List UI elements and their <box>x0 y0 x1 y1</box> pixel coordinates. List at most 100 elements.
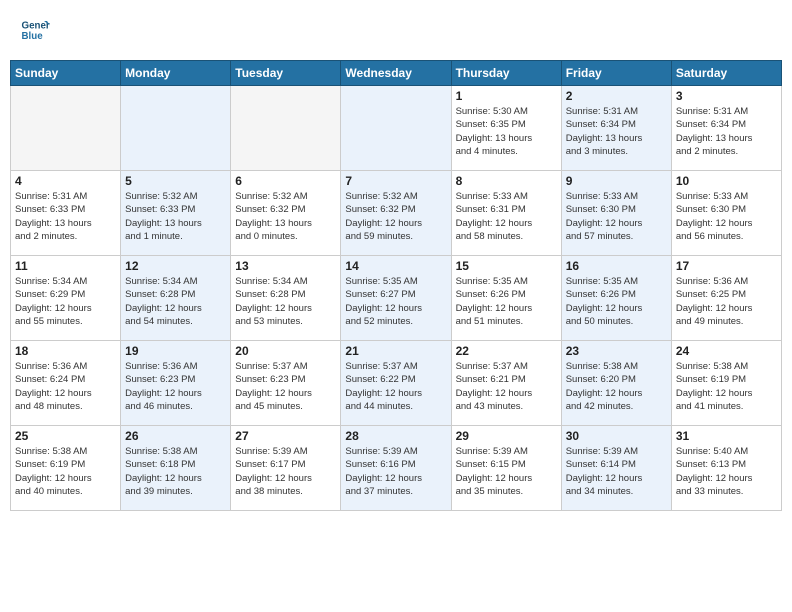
day-info: Sunrise: 5:39 AM Sunset: 6:15 PM Dayligh… <box>456 445 557 498</box>
day-number: 5 <box>125 174 226 188</box>
week-row-4: 18 Sunrise: 5:36 AM Sunset: 6:24 PM Dayli… <box>11 341 782 426</box>
calendar-cell: 6 Sunrise: 5:32 AM Sunset: 6:32 PM Daylig… <box>231 171 341 256</box>
day-info: Sunrise: 5:39 AM Sunset: 6:14 PM Dayligh… <box>566 445 667 498</box>
day-number: 2 <box>566 89 667 103</box>
calendar-cell: 9 Sunrise: 5:33 AM Sunset: 6:30 PM Daylig… <box>561 171 671 256</box>
day-info: Sunrise: 5:37 AM Sunset: 6:21 PM Dayligh… <box>456 360 557 413</box>
week-row-1: 1 Sunrise: 5:30 AM Sunset: 6:35 PM Daylig… <box>11 86 782 171</box>
header-thursday: Thursday <box>451 61 561 86</box>
header-tuesday: Tuesday <box>231 61 341 86</box>
calendar-cell: 2 Sunrise: 5:31 AM Sunset: 6:34 PM Daylig… <box>561 86 671 171</box>
day-info: Sunrise: 5:34 AM Sunset: 6:29 PM Dayligh… <box>15 275 116 328</box>
day-number: 4 <box>15 174 116 188</box>
calendar-cell <box>11 86 121 171</box>
day-info: Sunrise: 5:38 AM Sunset: 6:20 PM Dayligh… <box>566 360 667 413</box>
calendar-cell: 19 Sunrise: 5:36 AM Sunset: 6:23 PM Dayli… <box>121 341 231 426</box>
day-number: 17 <box>676 259 777 273</box>
calendar-cell: 14 Sunrise: 5:35 AM Sunset: 6:27 PM Dayli… <box>341 256 451 341</box>
day-number: 18 <box>15 344 116 358</box>
day-number: 12 <box>125 259 226 273</box>
day-number: 28 <box>345 429 446 443</box>
day-info: Sunrise: 5:39 AM Sunset: 6:17 PM Dayligh… <box>235 445 336 498</box>
day-info: Sunrise: 5:33 AM Sunset: 6:30 PM Dayligh… <box>566 190 667 243</box>
day-number: 23 <box>566 344 667 358</box>
day-number: 14 <box>345 259 446 273</box>
day-number: 16 <box>566 259 667 273</box>
calendar-cell: 8Sunrise: 5:33 AM Sunset: 6:31 PM Daylig… <box>451 171 561 256</box>
day-number: 24 <box>676 344 777 358</box>
calendar-cell: 13Sunrise: 5:34 AM Sunset: 6:28 PM Dayli… <box>231 256 341 341</box>
week-row-5: 25 Sunrise: 5:38 AM Sunset: 6:19 PM Dayli… <box>11 426 782 511</box>
day-number: 1 <box>456 89 557 103</box>
day-number: 25 <box>15 429 116 443</box>
day-number: 7 <box>345 174 446 188</box>
day-info: Sunrise: 5:39 AM Sunset: 6:16 PM Dayligh… <box>345 445 446 498</box>
calendar-cell: 22 Sunrise: 5:37 AM Sunset: 6:21 PM Dayli… <box>451 341 561 426</box>
calendar-cell: 11 Sunrise: 5:34 AM Sunset: 6:29 PM Dayli… <box>11 256 121 341</box>
day-info: Sunrise: 5:35 AM Sunset: 6:26 PM Dayligh… <box>566 275 667 328</box>
day-info: Sunrise: 5:37 AM Sunset: 6:22 PM Dayligh… <box>345 360 446 413</box>
day-number: 22 <box>456 344 557 358</box>
day-number: 20 <box>235 344 336 358</box>
day-info: Sunrise: 5:32 AM Sunset: 6:32 PM Dayligh… <box>345 190 446 243</box>
calendar-cell: 30 Sunrise: 5:39 AM Sunset: 6:14 PM Dayli… <box>561 426 671 511</box>
day-info: Sunrise: 5:31 AM Sunset: 6:34 PM Dayligh… <box>676 105 777 158</box>
calendar-cell: 29Sunrise: 5:39 AM Sunset: 6:15 PM Dayli… <box>451 426 561 511</box>
calendar-cell: 28 Sunrise: 5:39 AM Sunset: 6:16 PM Dayli… <box>341 426 451 511</box>
calendar-cell: 4 Sunrise: 5:31 AM Sunset: 6:33 PM Daylig… <box>11 171 121 256</box>
calendar-table: SundayMondayTuesdayWednesdayThursdayFrid… <box>10 60 782 511</box>
calendar-cell: 12 Sunrise: 5:34 AM Sunset: 6:28 PM Dayli… <box>121 256 231 341</box>
day-info: Sunrise: 5:31 AM Sunset: 6:34 PM Dayligh… <box>566 105 667 158</box>
week-row-2: 4 Sunrise: 5:31 AM Sunset: 6:33 PM Daylig… <box>11 171 782 256</box>
page-header: General Blue <box>10 10 782 50</box>
day-info: Sunrise: 5:38 AM Sunset: 6:18 PM Dayligh… <box>125 445 226 498</box>
calendar-cell: 31 Sunrise: 5:40 AM Sunset: 6:13 PM Dayli… <box>671 426 781 511</box>
header-wednesday: Wednesday <box>341 61 451 86</box>
day-info: Sunrise: 5:34 AM Sunset: 6:28 PM Dayligh… <box>235 275 336 328</box>
calendar-cell: 5 Sunrise: 5:32 AM Sunset: 6:33 PM Daylig… <box>121 171 231 256</box>
day-number: 21 <box>345 344 446 358</box>
day-number: 26 <box>125 429 226 443</box>
calendar-cell: 7 Sunrise: 5:32 AM Sunset: 6:32 PM Daylig… <box>341 171 451 256</box>
day-info: Sunrise: 5:38 AM Sunset: 6:19 PM Dayligh… <box>15 445 116 498</box>
day-info: Sunrise: 5:30 AM Sunset: 6:35 PM Dayligh… <box>456 105 557 158</box>
day-number: 9 <box>566 174 667 188</box>
day-info: Sunrise: 5:32 AM Sunset: 6:32 PM Dayligh… <box>235 190 336 243</box>
day-number: 27 <box>235 429 336 443</box>
day-number: 3 <box>676 89 777 103</box>
day-number: 19 <box>125 344 226 358</box>
svg-text:Blue: Blue <box>22 31 44 42</box>
calendar-cell: 23 Sunrise: 5:38 AM Sunset: 6:20 PM Dayli… <box>561 341 671 426</box>
calendar-cell: 26 Sunrise: 5:38 AM Sunset: 6:18 PM Dayli… <box>121 426 231 511</box>
header-sunday: Sunday <box>11 61 121 86</box>
calendar-cell: 27 Sunrise: 5:39 AM Sunset: 6:17 PM Dayli… <box>231 426 341 511</box>
day-info: Sunrise: 5:32 AM Sunset: 6:33 PM Dayligh… <box>125 190 226 243</box>
day-info: Sunrise: 5:31 AM Sunset: 6:33 PM Dayligh… <box>15 190 116 243</box>
day-info: Sunrise: 5:33 AM Sunset: 6:30 PM Dayligh… <box>676 190 777 243</box>
day-info: Sunrise: 5:37 AM Sunset: 6:23 PM Dayligh… <box>235 360 336 413</box>
calendar-cell: 17Sunrise: 5:36 AM Sunset: 6:25 PM Dayli… <box>671 256 781 341</box>
day-number: 11 <box>15 259 116 273</box>
calendar-cell: 15Sunrise: 5:35 AM Sunset: 6:26 PM Dayli… <box>451 256 561 341</box>
day-info: Sunrise: 5:36 AM Sunset: 6:23 PM Dayligh… <box>125 360 226 413</box>
calendar-cell: 18 Sunrise: 5:36 AM Sunset: 6:24 PM Dayli… <box>11 341 121 426</box>
calendar-header-row: SundayMondayTuesdayWednesdayThursdayFrid… <box>11 61 782 86</box>
day-number: 6 <box>235 174 336 188</box>
header-monday: Monday <box>121 61 231 86</box>
calendar-cell: 24 Sunrise: 5:38 AM Sunset: 6:19 PM Dayli… <box>671 341 781 426</box>
day-number: 31 <box>676 429 777 443</box>
day-number: 30 <box>566 429 667 443</box>
day-info: Sunrise: 5:33 AM Sunset: 6:31 PM Dayligh… <box>456 190 557 243</box>
day-info: Sunrise: 5:40 AM Sunset: 6:13 PM Dayligh… <box>676 445 777 498</box>
day-info: Sunrise: 5:35 AM Sunset: 6:27 PM Dayligh… <box>345 275 446 328</box>
header-saturday: Saturday <box>671 61 781 86</box>
header-friday: Friday <box>561 61 671 86</box>
day-number: 10 <box>676 174 777 188</box>
logo-icon: General Blue <box>20 15 50 45</box>
day-number: 15 <box>456 259 557 273</box>
calendar-cell <box>121 86 231 171</box>
logo: General Blue <box>20 15 54 45</box>
day-info: Sunrise: 5:34 AM Sunset: 6:28 PM Dayligh… <box>125 275 226 328</box>
day-info: Sunrise: 5:38 AM Sunset: 6:19 PM Dayligh… <box>676 360 777 413</box>
day-info: Sunrise: 5:36 AM Sunset: 6:24 PM Dayligh… <box>15 360 116 413</box>
